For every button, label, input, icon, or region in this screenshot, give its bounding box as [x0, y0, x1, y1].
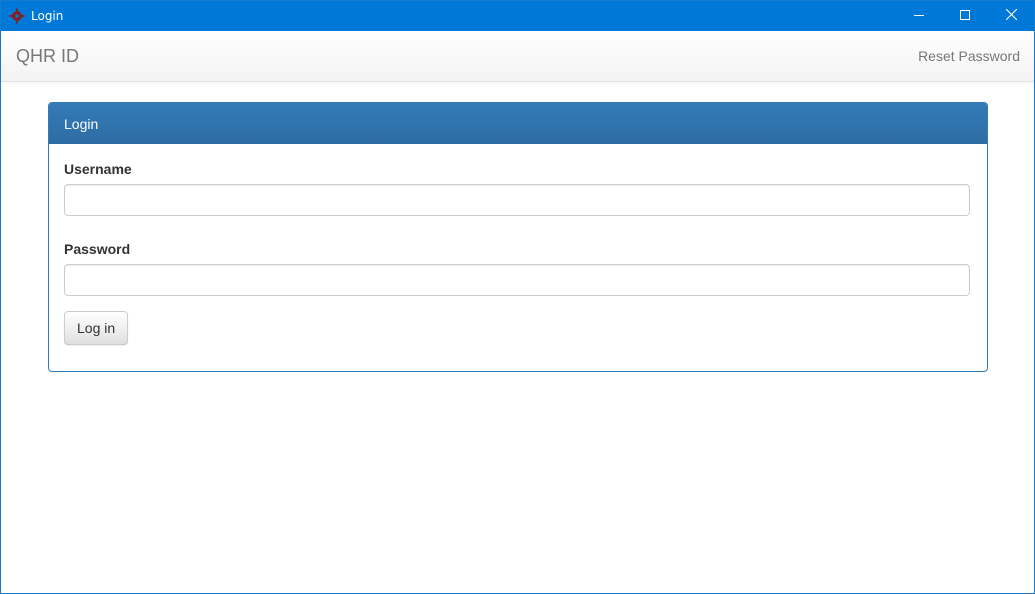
username-input[interactable] — [64, 184, 970, 216]
close-icon — [1005, 7, 1017, 25]
window-title: Login — [31, 9, 64, 23]
password-label: Password — [64, 241, 131, 257]
login-form: Username Password Log in — [49, 144, 987, 345]
username-label: Username — [64, 161, 132, 177]
login-window: Login QHR ID Reset Password Login Userna… — [0, 0, 1035, 594]
minimize-icon — [914, 7, 924, 25]
login-button[interactable]: Log in — [64, 311, 129, 345]
title-bar[interactable]: Login — [1, 1, 1034, 31]
window-controls — [896, 1, 1034, 31]
minimize-button[interactable] — [896, 1, 942, 31]
navbar: QHR ID Reset Password — [1, 31, 1034, 82]
close-button[interactable] — [988, 1, 1034, 31]
qhr-logo-icon — [8, 7, 26, 25]
password-input[interactable] — [64, 264, 970, 296]
maximize-icon — [960, 7, 970, 25]
maximize-button[interactable] — [942, 1, 988, 31]
panel-heading: Login — [49, 103, 987, 144]
login-panel: Login Username Password Log in — [48, 102, 988, 372]
brand-link[interactable]: QHR ID — [16, 46, 79, 67]
reset-password-link[interactable]: Reset Password — [918, 48, 1020, 64]
